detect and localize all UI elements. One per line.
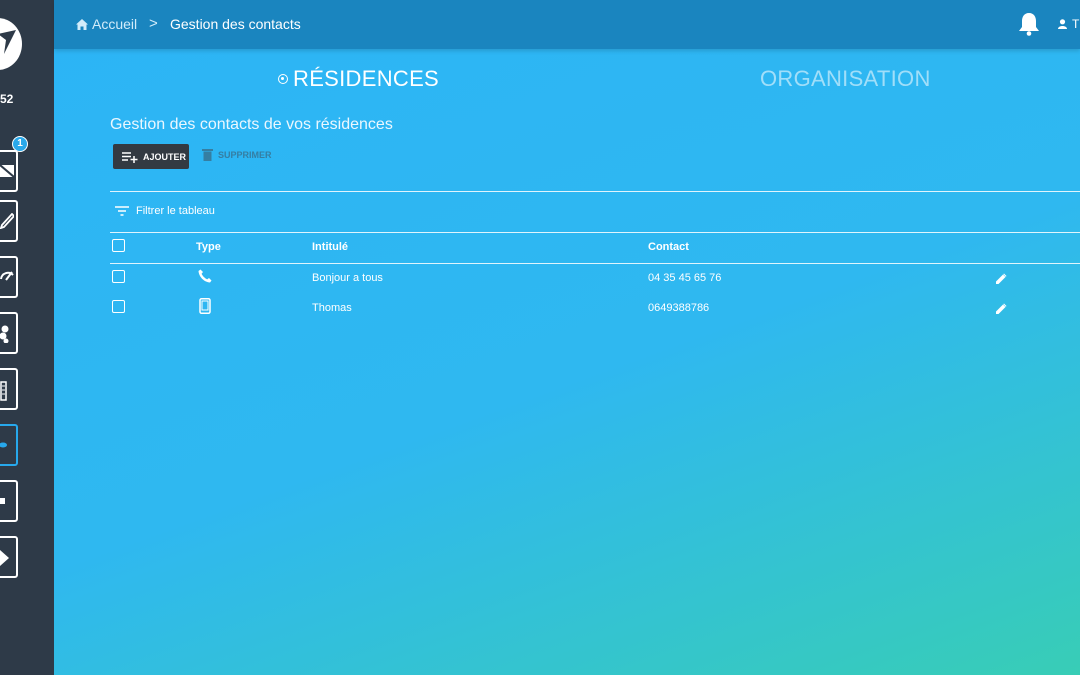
sidebar-item-logout[interactable] — [0, 536, 18, 578]
column-header-contact[interactable]: Contact — [648, 241, 689, 253]
edit-pencil-icon[interactable] — [996, 303, 1007, 314]
phone-icon — [198, 269, 212, 283]
sidebar-item-settings[interactable] — [0, 480, 18, 522]
row-contact: 0649388786 — [648, 302, 710, 314]
sidebar-item-messages[interactable] — [0, 150, 18, 192]
filter-icon — [115, 206, 129, 216]
add-button-label: AJOUTER — [143, 151, 187, 162]
user-name: T — [1072, 17, 1080, 31]
sidebar-item-stats[interactable] — [0, 256, 18, 298]
row-title: Bonjour a tous — [312, 272, 383, 284]
logo-mark-icon — [0, 30, 16, 54]
puzzle-icon — [0, 498, 5, 504]
tab-residences[interactable]: RÉSIDENCES — [278, 66, 439, 92]
breadcrumb-separator: > — [149, 15, 158, 32]
row-contact: 04 35 45 65 76 — [648, 272, 722, 284]
bell-icon[interactable] — [1018, 12, 1040, 36]
table-header-border — [110, 263, 1080, 264]
notification-badge: 1 — [12, 136, 28, 152]
tab-residences-label: RÉSIDENCES — [293, 66, 440, 91]
delete-button[interactable]: SUPPRIMER — [202, 148, 272, 161]
delete-button-label: SUPPRIMER — [218, 149, 272, 160]
trash-icon — [202, 149, 213, 161]
filter-label: Filtrer le tableau — [136, 205, 215, 217]
column-header-title[interactable]: Intitulé — [312, 241, 348, 253]
pencil-icon — [0, 213, 14, 229]
breadcrumb-home[interactable]: Accueil — [76, 16, 137, 32]
edit-pencil-icon[interactable] — [996, 273, 1007, 284]
envelope-icon — [0, 164, 14, 178]
home-icon — [76, 18, 88, 30]
select-all-checkbox[interactable] — [112, 239, 125, 252]
contacts-icon — [0, 442, 7, 448]
sidebar-item-documents[interactable] — [0, 368, 18, 410]
section-subtitle: Gestion des contacts de vos résidences — [110, 116, 393, 133]
sidebar-item-edit[interactable] — [0, 200, 18, 242]
row-title: Thomas — [312, 302, 352, 314]
tab-organisation[interactable]: ORGANISATION — [760, 66, 931, 92]
sidebar: 52 1 — [0, 0, 54, 675]
top-bar: Accueil > Gestion des contacts T — [54, 0, 1080, 49]
table-top-border — [110, 232, 1080, 233]
app-logo[interactable] — [0, 18, 22, 70]
sidebar-item-contacts[interactable] — [0, 424, 18, 466]
row-checkbox[interactable] — [112, 270, 125, 283]
filter-table-toggle[interactable]: Filtrer le tableau — [115, 205, 215, 217]
mobile-icon — [199, 298, 211, 314]
arrow-right-icon — [0, 550, 9, 566]
add-button[interactable]: AJOUTER — [113, 144, 189, 169]
row-checkbox[interactable] — [112, 300, 125, 313]
radio-selected-icon — [278, 74, 288, 84]
user-menu[interactable]: T — [1058, 17, 1079, 31]
gauge-icon — [0, 271, 14, 281]
users-icon — [0, 325, 9, 343]
column-header-type[interactable]: Type — [196, 241, 221, 253]
user-icon — [1058, 19, 1067, 29]
sidebar-item-users[interactable] — [0, 312, 18, 354]
playlist-add-icon — [122, 151, 138, 163]
breadcrumb-current: Gestion des contacts — [170, 16, 301, 32]
document-icon — [0, 381, 7, 401]
divider — [110, 191, 1080, 192]
breadcrumb-home-label: Accueil — [92, 16, 138, 32]
sidebar-number: 52 — [0, 92, 14, 106]
